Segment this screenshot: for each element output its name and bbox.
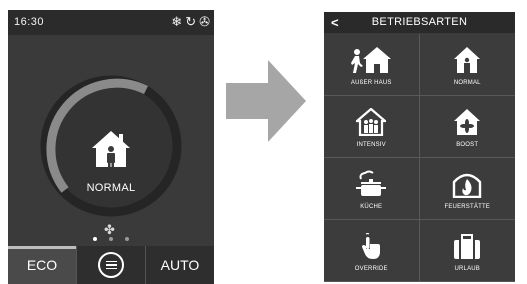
page-dot[interactable] (93, 237, 97, 241)
away-house-icon (351, 46, 392, 73)
status-icons: ❄ ↻ ✇ (171, 13, 210, 31)
page-indicator (8, 237, 214, 241)
menu-button[interactable] (76, 246, 145, 284)
modes-screen: < BETRIEBSARTEN AUßER HAUS NORMAL INTENS… (324, 12, 515, 282)
refresh-icon: ↻ (185, 14, 197, 29)
fan-icon: ✤ (104, 222, 115, 237)
auto-button[interactable]: AUTO (145, 246, 214, 284)
arrow-right-icon (226, 60, 306, 142)
menu-icon (98, 252, 124, 278)
mode-label: AUßER HAUS (350, 79, 392, 86)
suitcase-icon (454, 233, 481, 259)
mode-label: INTENSIV (356, 141, 386, 148)
mode-fireplace[interactable]: FEUERSTÄTTE (419, 158, 515, 220)
auto-label: AUTO (160, 257, 200, 273)
hand-pointer-icon (362, 232, 381, 259)
mode-intensive[interactable]: INTENSIV (324, 96, 420, 158)
mode-grid: AUßER HAUS NORMAL INTENSIV BOOST KÜCHE F… (324, 34, 515, 282)
mode-label: NORMAL (453, 79, 481, 86)
page-dot[interactable] (125, 237, 129, 241)
house-fan-icon (454, 108, 481, 135)
mode-label: KÜCHE (360, 203, 383, 210)
mode-boost[interactable]: BOOST (419, 96, 515, 158)
back-button[interactable]: < (331, 12, 339, 33)
page-title: BETRIEBSARTEN (371, 16, 468, 28)
house-people-icon (356, 107, 387, 136)
clock: 16:30 (14, 16, 45, 28)
fireplace-icon (453, 173, 482, 198)
cooking-pot-icon (356, 170, 387, 196)
mode-label: BOOST (456, 141, 479, 148)
modes-header: < BETRIEBSARTEN (324, 12, 515, 33)
eco-button[interactable]: ECO (8, 246, 76, 284)
main-screen: 16:30 ❄ ↻ ✇ NORMAL ✤ ECO AUTO (8, 10, 214, 284)
page-dot[interactable] (109, 237, 113, 241)
eco-active-indicator (8, 246, 76, 249)
mode-dial-area: NORMAL ✤ (8, 35, 214, 246)
mode-label: FEUERSTÄTTE (444, 203, 491, 210)
bottom-bar: ECO AUTO (8, 246, 214, 284)
house-person-icon (92, 131, 130, 167)
house-person-icon (454, 46, 481, 73)
mode-label: OVERRIDE (354, 265, 388, 272)
mode-vacation[interactable]: URLAUB (419, 220, 515, 282)
mode-override[interactable]: OVERRIDE (324, 220, 420, 282)
eco-label: ECO (26, 257, 58, 273)
snowflake-icon: ❄ (171, 14, 183, 29)
mode-label: URLAUB (454, 265, 481, 272)
status-bar: 16:30 ❄ ↻ ✇ (8, 10, 214, 35)
fan-icon: ✇ (199, 14, 210, 29)
mode-normal[interactable]: NORMAL (419, 34, 515, 96)
mode-kitchen[interactable]: KÜCHE (324, 158, 420, 220)
mode-away[interactable]: AUßER HAUS (324, 34, 420, 96)
current-mode-label: NORMAL (86, 182, 136, 194)
